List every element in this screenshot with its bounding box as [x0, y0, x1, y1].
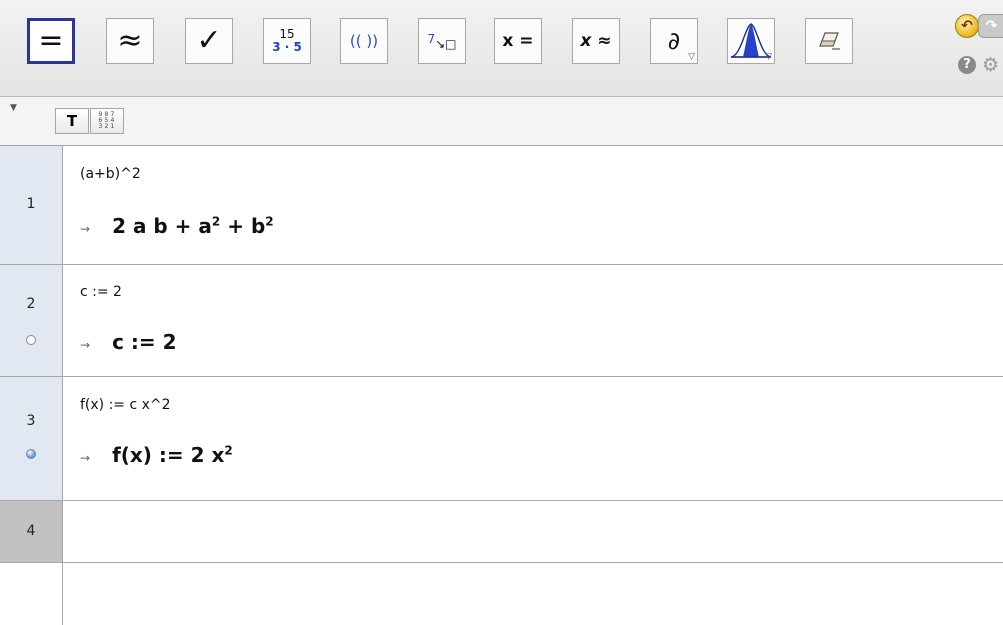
- solve-icon: x =: [502, 30, 534, 51]
- keypad-icon: 9 8 7 6 5 4 3 2 1: [98, 111, 115, 130]
- style-bar: ▼ T 9 8 7 6 5 4 3 2 1: [0, 97, 1003, 146]
- equals-icon: =: [38, 23, 64, 58]
- empty-row-gutter: [0, 563, 63, 625]
- help-icon[interactable]: ?: [958, 56, 976, 74]
- undo-icon[interactable]: ↶: [955, 14, 979, 38]
- cas-toolbar: = ≈ ✓ 15 3 · 5 (( )) 7↘□ x = x ≈ ∂ ▽ ▽ ↶…: [0, 0, 1003, 97]
- row-header[interactable]: 2: [0, 265, 63, 376]
- eraser-icon: [819, 32, 840, 50]
- substitute-button[interactable]: 7↘□: [418, 18, 466, 64]
- keypad-button[interactable]: 9 8 7 6 5 4 3 2 1: [90, 108, 124, 134]
- factor-button[interactable]: 15 3 · 5: [263, 18, 311, 64]
- numeric-button[interactable]: ≈: [106, 18, 154, 64]
- row-number: 3: [26, 413, 36, 429]
- cas-output: → 2 a b + a2 + b2: [80, 214, 274, 238]
- redo-icon[interactable]: ↷: [978, 14, 1003, 38]
- checkmark-icon: ✓: [196, 23, 222, 58]
- result-arrow-icon: →: [80, 338, 91, 352]
- partial-derivative-icon: ∂: [667, 27, 681, 55]
- solve-numerically-icon: x ≈: [580, 30, 612, 51]
- text-icon: T: [66, 112, 78, 130]
- cas-row[interactable]: 3 f(x) := c x^2 → f(x) := 2 x2: [0, 377, 1003, 501]
- row-header[interactable]: 1: [0, 146, 63, 264]
- cas-input[interactable]: c := 2: [80, 284, 122, 300]
- delete-button[interactable]: [805, 18, 853, 64]
- cas-row[interactable]: 1 (a+b)^2 → 2 a b + a2 + b2: [0, 146, 1003, 265]
- result-arrow-icon: →: [80, 451, 91, 465]
- row-header[interactable]: 4: [0, 501, 63, 562]
- stylebar-toggle-icon[interactable]: ▼: [10, 103, 17, 113]
- expand-button[interactable]: (( )): [340, 18, 388, 64]
- cas-output: → f(x) := 2 x2: [80, 443, 233, 467]
- visibility-toggle-icon[interactable]: [26, 335, 36, 345]
- keep-input-button[interactable]: ✓: [185, 18, 233, 64]
- cas-input[interactable]: f(x) := c x^2: [80, 397, 171, 413]
- cas-output: → c := 2: [80, 330, 177, 354]
- text-style-button[interactable]: T: [55, 108, 89, 134]
- dropdown-arrow-icon: ▽: [765, 52, 772, 62]
- cas-view: 1 (a+b)^2 → 2 a b + a2 + b2 2 c := 2 → c…: [0, 146, 1003, 625]
- gear-icon[interactable]: ⚙: [982, 55, 999, 75]
- row-number: 2: [26, 296, 36, 312]
- solve-button[interactable]: x =: [494, 18, 542, 64]
- visibility-toggle-icon[interactable]: [26, 449, 36, 459]
- row-number: 1: [26, 196, 36, 212]
- factor-icon: 15 3 · 5: [272, 27, 302, 54]
- cas-input[interactable]: (a+b)^2: [80, 166, 141, 182]
- derivative-button[interactable]: ∂ ▽: [650, 18, 698, 64]
- evaluate-button[interactable]: =: [27, 18, 75, 64]
- expand-icon: (( )): [349, 31, 379, 50]
- cas-row[interactable]: 2 c := 2 → c := 2: [0, 265, 1003, 377]
- solve-numerically-button[interactable]: x ≈: [572, 18, 620, 64]
- result-arrow-icon: →: [80, 222, 91, 236]
- row-header[interactable]: 3: [0, 377, 63, 500]
- substitute-icon: 7↘□: [427, 31, 457, 51]
- approx-icon: ≈: [117, 23, 143, 58]
- probability-calculator-button[interactable]: ▽: [727, 18, 775, 64]
- row-number: 4: [26, 523, 36, 539]
- cas-row[interactable]: 4: [0, 501, 1003, 563]
- dropdown-arrow-icon: ▽: [688, 52, 695, 62]
